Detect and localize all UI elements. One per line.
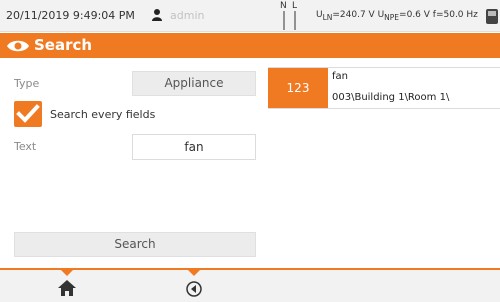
page-title: Search (34, 36, 93, 54)
phase-n-label: N (280, 1, 287, 11)
type-selector[interactable]: Appliance (132, 71, 256, 96)
result-row[interactable]: 123 fan 003\Building 1\Room 1\ (268, 67, 500, 109)
type-label: Type (14, 77, 40, 90)
search-every-fields-checkbox[interactable] (14, 101, 42, 127)
user-name: admin (170, 9, 205, 22)
search-text-field[interactable]: fan (132, 134, 256, 160)
result-name: fan (332, 71, 348, 82)
result-number: 123 (268, 68, 328, 108)
title-bar: Search (0, 33, 500, 58)
home-icon[interactable] (58, 280, 76, 296)
search-every-fields-label: Search every fields (50, 108, 156, 121)
checkmark-icon (16, 104, 40, 123)
voltage-readout: ULN=240.7 V UNPE=0.6 V f=50.0 Hz (316, 10, 478, 22)
result-path: 003\Building 1\Room 1\ (332, 92, 450, 103)
back-icon[interactable] (186, 281, 202, 297)
phase-l-label: L (292, 1, 298, 11)
meter-icon (486, 9, 498, 24)
text-label: Text (14, 140, 37, 153)
search-eye-icon (7, 40, 29, 52)
search-button[interactable]: Search (14, 232, 256, 257)
home-notch (61, 270, 73, 276)
status-bar: 20/11/2019 9:49:04 PM admin N L ULN=240.… (0, 0, 500, 32)
user-icon (152, 9, 162, 21)
back-notch (188, 270, 200, 276)
datetime: 20/11/2019 9:49:04 PM (6, 9, 135, 22)
